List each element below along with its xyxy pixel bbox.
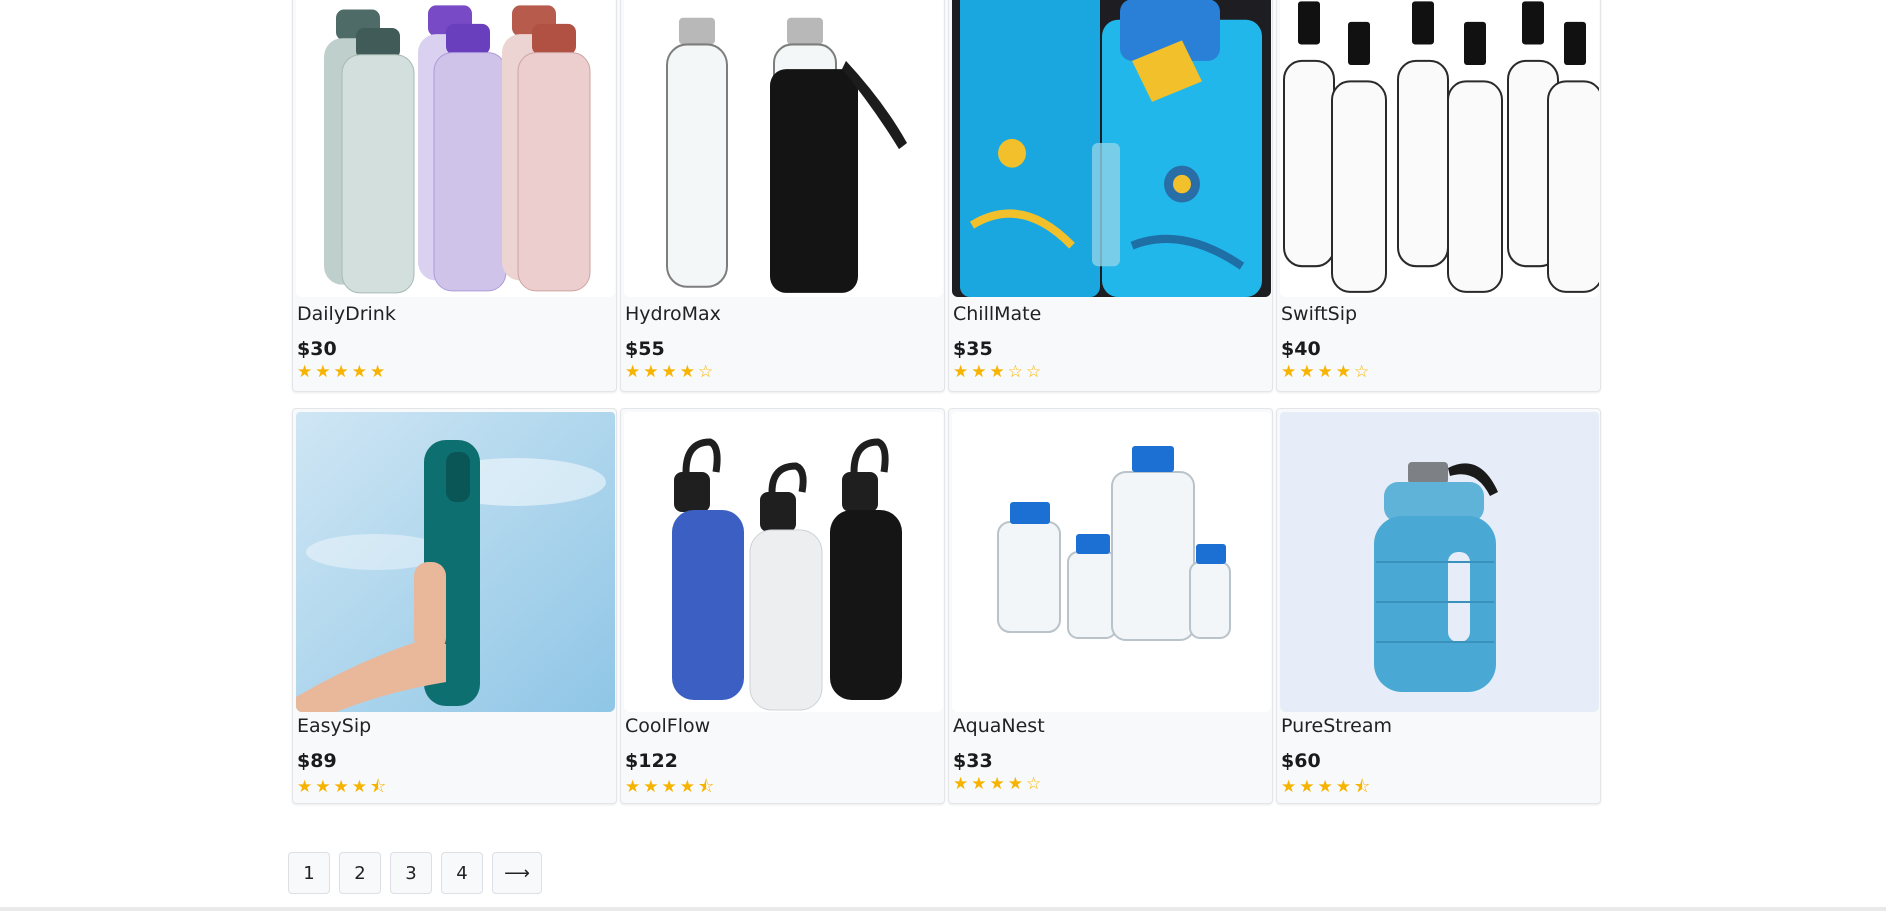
product-rating: ★★★★★ xyxy=(297,362,388,382)
product-price: $60 xyxy=(1281,750,1321,772)
product-price: $30 xyxy=(297,338,337,360)
star-empty-icon: ☆ xyxy=(698,362,717,382)
star-icon: ★ xyxy=(351,777,370,797)
star-icon: ★ xyxy=(625,362,644,382)
star-icon: ★ xyxy=(625,777,644,797)
pagination: 1 2 3 4 ⟶ xyxy=(288,852,542,894)
star-icon: ★ xyxy=(333,362,352,382)
product-card[interactable]: PureStream $60 ★★★★⯪ xyxy=(1276,408,1601,804)
star-icon: ★ xyxy=(953,362,972,382)
product-rating: ★★★★☆ xyxy=(953,774,1044,794)
star-empty-icon: ☆ xyxy=(1007,362,1026,382)
product-rating: ★★★★⯪ xyxy=(1281,774,1373,803)
star-icon: ★ xyxy=(661,362,680,382)
star-icon: ★ xyxy=(643,362,662,382)
product-rating: ★★★★⯪ xyxy=(625,774,717,803)
star-icon: ★ xyxy=(315,362,334,382)
product-price: $33 xyxy=(953,750,993,772)
horizontal-scrollbar[interactable] xyxy=(0,907,1886,911)
product-card[interactable]: ChillMate $35 ★★★☆☆ xyxy=(948,0,1273,392)
page-button-1[interactable]: 1 xyxy=(288,852,330,894)
product-price: $55 xyxy=(625,338,665,360)
star-icon: ★ xyxy=(953,774,972,794)
product-image-clear-bottles[interactable] xyxy=(1280,0,1599,297)
star-icon: ★ xyxy=(989,362,1008,382)
star-half-icon: ⯪ xyxy=(1354,777,1374,797)
star-icon: ★ xyxy=(315,777,334,797)
product-card[interactable]: SwiftSip $40 ★★★★☆ xyxy=(1276,0,1601,392)
star-icon: ★ xyxy=(971,774,990,794)
star-icon: ★ xyxy=(971,362,990,382)
page-button-2[interactable]: 2 xyxy=(339,852,381,894)
product-image-glass-bottle[interactable] xyxy=(624,0,943,297)
next-page-button[interactable]: ⟶ xyxy=(492,852,542,894)
product-price: $40 xyxy=(1281,338,1321,360)
product-card[interactable]: CoolFlow $122 ★★★★⯪ xyxy=(620,408,945,804)
star-icon: ★ xyxy=(1335,777,1354,797)
star-half-icon: ⯪ xyxy=(698,777,718,797)
product-card[interactable]: DailyDrink $30 ★★★★★ xyxy=(292,0,617,392)
star-icon: ★ xyxy=(1335,362,1354,382)
product-rating: ★★★★☆ xyxy=(1281,362,1372,382)
star-icon: ★ xyxy=(370,362,389,382)
star-icon: ★ xyxy=(297,362,316,382)
product-name: ChillMate xyxy=(953,303,1042,325)
product-name: EasySip xyxy=(297,715,372,737)
star-icon: ★ xyxy=(989,774,1008,794)
product-name: HydroMax xyxy=(625,303,721,325)
product-image-gallon-jug[interactable] xyxy=(1280,412,1599,712)
star-empty-icon: ☆ xyxy=(1026,362,1045,382)
page-button-3[interactable]: 3 xyxy=(390,852,432,894)
product-name: CoolFlow xyxy=(625,715,711,737)
page-button-4[interactable]: 4 xyxy=(441,852,483,894)
product-rating: ★★★★⯪ xyxy=(297,774,389,803)
star-icon: ★ xyxy=(1299,777,1318,797)
product-card[interactable]: HydroMax $55 ★★★★☆ xyxy=(620,0,945,392)
product-image-bottle-set[interactable] xyxy=(296,0,615,297)
product-rating: ★★★★☆ xyxy=(625,362,716,382)
star-icon: ★ xyxy=(1317,362,1336,382)
product-rating: ★★★☆☆ xyxy=(953,362,1044,382)
product-image-kids-bottle[interactable] xyxy=(952,0,1271,297)
star-icon: ★ xyxy=(1317,777,1336,797)
product-card[interactable]: EasySip $89 ★★★★⯪ xyxy=(292,408,617,804)
star-icon: ★ xyxy=(1007,774,1026,794)
product-image-lab-bottles[interactable] xyxy=(952,412,1271,712)
star-icon: ★ xyxy=(333,777,352,797)
star-empty-icon: ☆ xyxy=(1026,774,1045,794)
star-icon: ★ xyxy=(351,362,370,382)
star-icon: ★ xyxy=(1281,777,1300,797)
star-icon: ★ xyxy=(1299,362,1318,382)
product-price: $89 xyxy=(297,750,337,772)
product-price: $35 xyxy=(953,338,993,360)
star-icon: ★ xyxy=(1281,362,1300,382)
star-icon: ★ xyxy=(643,777,662,797)
star-icon: ★ xyxy=(679,777,698,797)
star-empty-icon: ☆ xyxy=(1354,362,1373,382)
product-name: PureStream xyxy=(1281,715,1392,737)
star-icon: ★ xyxy=(679,362,698,382)
star-icon: ★ xyxy=(297,777,316,797)
product-price: $122 xyxy=(625,750,678,772)
product-name: AquaNest xyxy=(953,715,1045,737)
product-image-teal-bottle[interactable] xyxy=(296,412,615,712)
product-card[interactable]: AquaNest $33 ★★★★☆ xyxy=(948,408,1273,804)
star-icon: ★ xyxy=(661,777,680,797)
product-name: DailyDrink xyxy=(297,303,396,325)
product-image-insulated-bottles[interactable] xyxy=(624,412,943,712)
product-name: SwiftSip xyxy=(1281,303,1358,325)
star-half-icon: ⯪ xyxy=(370,777,390,797)
